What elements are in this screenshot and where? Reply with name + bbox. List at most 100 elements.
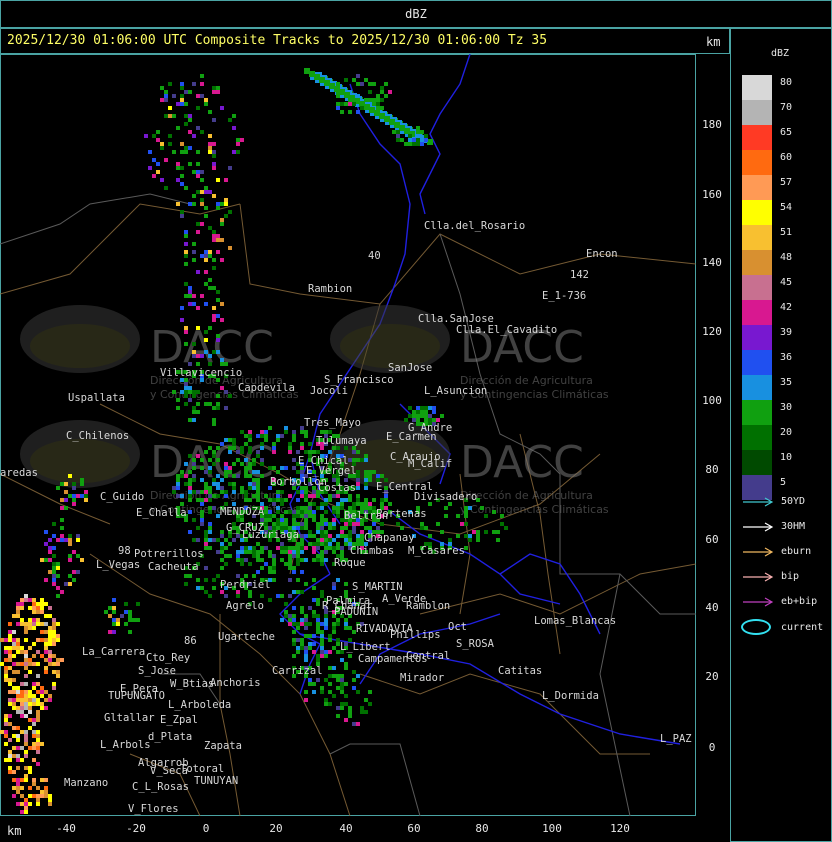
radar-cell bbox=[32, 598, 36, 602]
radar-cell bbox=[292, 430, 296, 434]
radar-cell bbox=[32, 662, 36, 666]
radar-cell bbox=[212, 194, 216, 198]
radar-cell bbox=[180, 210, 184, 214]
place-label: SanJose bbox=[388, 362, 432, 374]
radar-cell bbox=[288, 554, 292, 558]
y-tick-label: 80 bbox=[705, 463, 719, 476]
radar-cell bbox=[60, 498, 64, 502]
radar-cell bbox=[256, 434, 260, 438]
radar-cell bbox=[68, 534, 72, 538]
radar-cell bbox=[368, 502, 372, 506]
radar-cell bbox=[144, 134, 148, 138]
radar-cell bbox=[288, 566, 292, 570]
radar-cell bbox=[308, 634, 312, 638]
radar-cell bbox=[220, 222, 224, 226]
radar-cell bbox=[412, 410, 416, 414]
radar-cell bbox=[208, 466, 212, 470]
radar-cell bbox=[332, 646, 336, 650]
radar-cell bbox=[304, 518, 308, 522]
radar-cell bbox=[192, 294, 196, 298]
radar-cell bbox=[8, 738, 12, 742]
radar-cell bbox=[192, 350, 196, 354]
current-oval-icon bbox=[741, 619, 771, 635]
radar-cell bbox=[312, 634, 316, 638]
radar-cell bbox=[216, 574, 220, 578]
radar-cell bbox=[336, 686, 340, 690]
radar-cell bbox=[352, 502, 356, 506]
radar-cell bbox=[324, 530, 328, 534]
radar-cell bbox=[224, 490, 228, 494]
radar-cell bbox=[404, 142, 408, 146]
place-label: Mirador bbox=[400, 672, 444, 684]
radar-cell bbox=[0, 730, 4, 734]
radar-cell bbox=[204, 214, 208, 218]
radar-cell bbox=[8, 638, 12, 642]
radar-cell bbox=[232, 442, 236, 446]
radar-cell bbox=[300, 638, 304, 642]
radar-cell bbox=[228, 166, 232, 170]
radar-cell bbox=[400, 526, 404, 530]
radar-cell bbox=[236, 150, 240, 154]
radar-cell bbox=[440, 530, 444, 534]
radar-cell bbox=[304, 654, 308, 658]
radar-cell bbox=[304, 634, 308, 638]
radar-cell bbox=[184, 254, 188, 258]
radar-cell bbox=[208, 146, 212, 150]
radar-cell bbox=[176, 162, 180, 166]
radar-cell bbox=[176, 494, 180, 498]
radar-cell bbox=[196, 150, 200, 154]
radar-cell bbox=[44, 622, 48, 626]
radar-cell bbox=[296, 562, 300, 566]
radar-cell bbox=[324, 546, 328, 550]
radar-cell bbox=[236, 558, 240, 562]
radar-cell bbox=[176, 102, 180, 106]
radar-cell bbox=[24, 802, 28, 806]
radar-cell bbox=[52, 546, 56, 550]
radar-cell bbox=[68, 494, 72, 498]
radar-cell bbox=[240, 558, 244, 562]
radar-cell bbox=[336, 674, 340, 678]
radar-cell bbox=[232, 486, 236, 490]
radar-cell bbox=[212, 494, 216, 498]
radar-cell bbox=[20, 758, 24, 762]
radar-cell bbox=[328, 682, 332, 686]
radar-cell bbox=[280, 502, 284, 506]
radar-cell bbox=[16, 766, 20, 770]
radar-cell bbox=[272, 442, 276, 446]
radar-cell bbox=[220, 386, 224, 390]
radar-cell bbox=[336, 90, 340, 94]
radar-cell bbox=[24, 714, 28, 718]
radar-cell bbox=[288, 622, 292, 626]
radar-cell bbox=[376, 474, 380, 478]
radar-cell bbox=[184, 402, 188, 406]
radar-cell bbox=[328, 430, 332, 434]
legend-swatch bbox=[742, 425, 772, 450]
radar-cell bbox=[356, 482, 360, 486]
radar-cell bbox=[276, 546, 280, 550]
radar-map[interactable]: DACCDirección de Agriculturay Contingenc… bbox=[0, 54, 696, 816]
radar-cell bbox=[112, 606, 116, 610]
radar-cell bbox=[180, 474, 184, 478]
radar-cell bbox=[224, 390, 228, 394]
radar-cell bbox=[36, 738, 40, 742]
radar-cell bbox=[28, 794, 32, 798]
radar-cell bbox=[44, 558, 48, 562]
radar-cell bbox=[8, 722, 12, 726]
radar-cell bbox=[16, 690, 20, 694]
radar-cell bbox=[344, 618, 348, 622]
radar-cell bbox=[32, 698, 36, 702]
radar-cell bbox=[360, 502, 364, 506]
radar-cell bbox=[192, 518, 196, 522]
radar-cell bbox=[276, 438, 280, 442]
radar-cell bbox=[64, 582, 68, 586]
radar-cell bbox=[204, 542, 208, 546]
place-label: 40 bbox=[368, 250, 381, 262]
radar-cell bbox=[68, 582, 72, 586]
radar-cell bbox=[48, 638, 52, 642]
radar-cell bbox=[280, 514, 284, 518]
radar-cell bbox=[24, 666, 28, 670]
radar-cell bbox=[320, 530, 324, 534]
radar-cell bbox=[324, 650, 328, 654]
radar-cell bbox=[136, 618, 140, 622]
radar-cell bbox=[304, 522, 308, 526]
